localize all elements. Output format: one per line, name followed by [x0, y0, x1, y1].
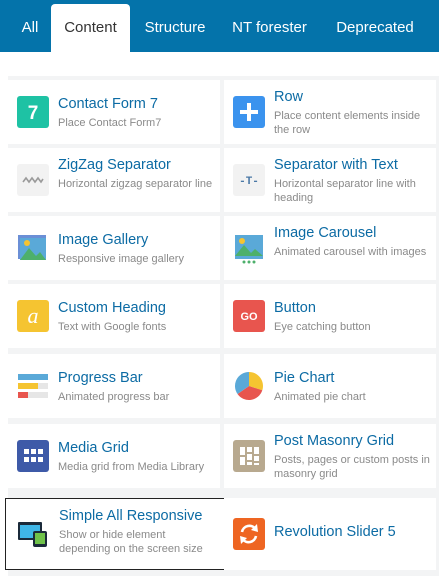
element-description: Responsive image gallery: [58, 253, 184, 265]
svg-text:-T-: -T-: [239, 176, 259, 188]
element-zigzag-separator[interactable]: ZigZag Separator Horizontal zigzag separ…: [8, 148, 220, 212]
separator-text-icon: -T-: [233, 164, 265, 196]
tab-deprecated[interactable]: Deprecated: [325, 0, 425, 52]
element-description: Posts, pages or custom posts in masonry …: [274, 454, 430, 480]
element-title: Simple All Responsive: [59, 508, 203, 524]
tab-structure[interactable]: Structure: [135, 0, 215, 52]
element-title: Media Grid: [58, 440, 129, 456]
custom-heading-icon: a: [17, 300, 49, 332]
element-title: Post Masonry Grid: [274, 433, 395, 449]
element-contact-form-7[interactable]: 7 Contact Form 7 Place Contact Form7: [8, 80, 220, 144]
category-tab-bar: All Content Structure NT forester Deprec…: [0, 0, 439, 52]
element-title: Revolution Slider 5: [274, 524, 396, 540]
element-title: Row: [274, 89, 304, 105]
responsive-icon: [17, 518, 49, 550]
plus-icon: [233, 96, 265, 128]
element-description: Animated progress bar: [58, 391, 170, 403]
image-gallery-icon: [17, 232, 49, 264]
element-image-carousel[interactable]: Image Carousel Animated carousel with im…: [224, 216, 436, 280]
element-row[interactable]: Row Place content elements inside the ro…: [224, 80, 436, 144]
svg-text:GO: GO: [240, 311, 258, 323]
element-media-grid[interactable]: Media Grid Media grid from Media Library: [8, 424, 220, 488]
element-title: Button: [274, 300, 316, 316]
contact-form-7-icon: 7: [17, 96, 49, 128]
element-post-masonry-grid[interactable]: Post Masonry Grid Posts, pages or custom…: [224, 424, 436, 488]
element-progress-bar[interactable]: Progress Bar Animated progress bar: [8, 354, 220, 418]
element-title: ZigZag Separator: [58, 157, 171, 173]
element-grid: 7 Contact Form 7 Place Contact Form7 Row…: [5, 76, 439, 576]
element-title: Separator with Text: [274, 157, 398, 173]
element-title: Pie Chart: [274, 370, 335, 386]
element-simple-all-responsive[interactable]: Simple All Responsive Show or hide eleme…: [5, 498, 225, 570]
element-image-gallery[interactable]: Image Gallery Responsive image gallery: [8, 216, 220, 280]
element-pie-chart[interactable]: Pie Chart Animated pie chart: [224, 354, 436, 418]
element-custom-heading[interactable]: a Custom Heading Text with Google fonts: [8, 284, 220, 348]
element-description: Show or hide element depending on the sc…: [59, 529, 203, 555]
image-carousel-icon: [233, 232, 265, 264]
element-description: Horizontal zigzag separator line: [58, 178, 213, 190]
svg-text:a: a: [28, 303, 39, 328]
svg-text:7: 7: [28, 103, 39, 124]
tab-content[interactable]: Content: [51, 4, 130, 52]
zigzag-icon: [17, 164, 49, 196]
element-description: Eye catching button: [274, 321, 371, 333]
element-title: Custom Heading: [58, 300, 166, 316]
element-title: Image Gallery: [58, 232, 149, 248]
element-revolution-slider-5[interactable]: Revolution Slider 5: [224, 498, 436, 570]
progress-bar-icon: [17, 370, 49, 402]
button-icon: GO: [233, 300, 265, 332]
masonry-grid-icon: [233, 440, 265, 472]
element-description: Place content elements inside the row: [274, 110, 421, 136]
tab-all[interactable]: All: [10, 0, 50, 52]
element-description: Text with Google fonts: [58, 321, 167, 333]
pie-chart-icon: [233, 370, 265, 402]
element-description: Media grid from Media Library: [58, 461, 205, 473]
element-title: Progress Bar: [58, 370, 143, 386]
element-title: Image Carousel: [274, 225, 377, 241]
element-button[interactable]: GO Button Eye catching button: [224, 284, 436, 348]
element-description: Animated carousel with images: [274, 246, 427, 258]
element-description: Animated pie chart: [274, 391, 366, 403]
element-title: Contact Form 7: [58, 96, 158, 112]
revolution-slider-icon: [233, 518, 265, 550]
element-description: Horizontal separator line with heading: [274, 178, 416, 204]
element-description: Place Contact Form7: [58, 117, 162, 129]
media-grid-icon: [17, 440, 49, 472]
tab-nt-forester[interactable]: NT forester: [222, 0, 317, 52]
element-separator-with-text[interactable]: -T- Separator with Text Horizontal separ…: [224, 148, 436, 212]
